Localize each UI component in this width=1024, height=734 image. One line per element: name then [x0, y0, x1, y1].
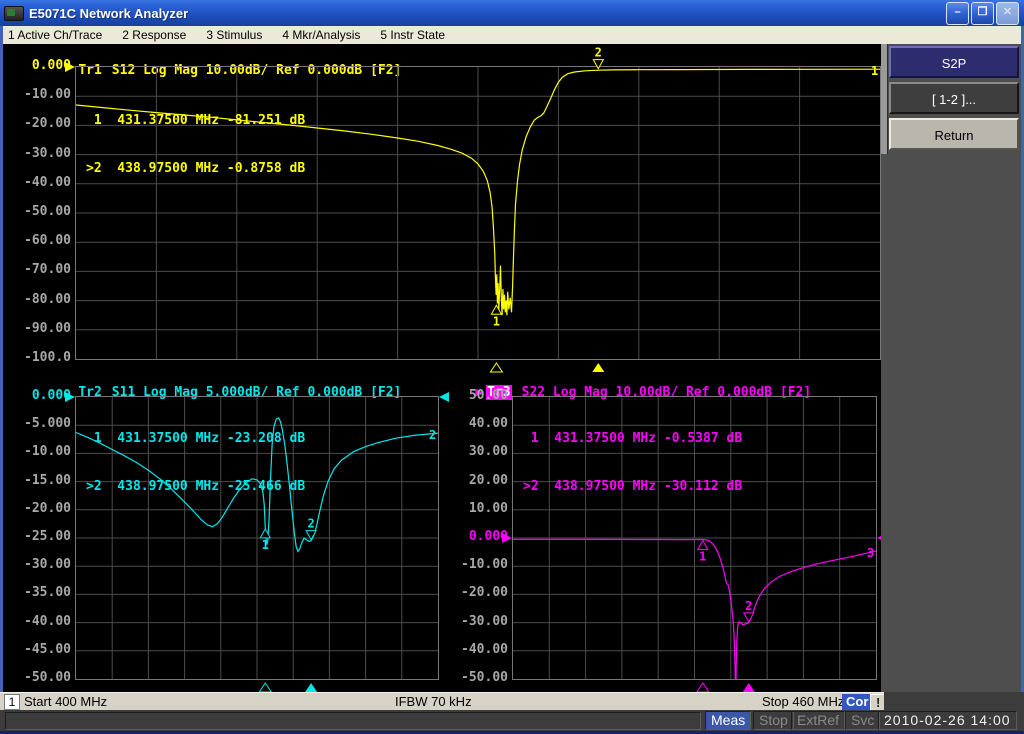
y-tick-label: -100.0 [24, 350, 71, 365]
marker-readout-row: >2 438.97500 MHz -30.112 dB [523, 479, 742, 495]
svg-text:1: 1 [699, 550, 706, 564]
y-tick-label: -10.00 [24, 444, 71, 459]
menu-response[interactable]: 2 Response [122, 28, 186, 42]
y-tick-label: -40.00 [461, 642, 508, 657]
y-tick-label: -45.00 [24, 642, 71, 657]
y-tick-label: -20.00 [461, 585, 508, 600]
active-trace-arrow-icon: ▶ [475, 385, 483, 400]
svg-text:1: 1 [871, 64, 878, 78]
y-tick-label: -10.00 [461, 557, 508, 572]
status-bar-filler [884, 692, 1024, 710]
y-tick-label: -20.00 [24, 116, 71, 131]
trace1-y-axis: 0.000-10.00-20.00-30.00-40.00-50.00-60.0… [7, 66, 71, 366]
menu-instr-state[interactable]: 5 Instr State [380, 28, 445, 42]
marker-readout-row: >2 438.97500 MHz -25.466 dB [86, 479, 305, 495]
svg-text:3: 3 [867, 546, 874, 560]
trace2-y-axis: 0.000-5.000-10.00-15.00-20.00-25.00-30.0… [7, 396, 71, 686]
trace1-marker-readout: 1 431.37500 MHz -81.251 dB >2 438.97500 … [86, 81, 305, 209]
y-tick-label: -30.00 [24, 146, 71, 161]
y-tick-label: -30.00 [461, 614, 508, 629]
stop-indicator: Stop [753, 711, 794, 730]
svc-indicator: Svc [845, 711, 880, 730]
app-icon [4, 6, 24, 21]
y-tick-label: -50.00 [24, 670, 71, 685]
svg-text:1: 1 [262, 538, 269, 552]
y-tick-label: -50.00 [24, 204, 71, 219]
softkey-ports-button[interactable]: [ 1-2 ]... [889, 82, 1019, 114]
correction-badge: Cor [842, 694, 872, 710]
menu-bar: 1 Active Ch/Trace 2 Response 3 Stimulus … [3, 26, 1021, 44]
trace3-marker-readout: 1 431.37500 MHz -0.5387 dB >2 438.97500 … [523, 399, 742, 527]
ifbw-label: IFBW 70 kHz [395, 694, 472, 710]
channel-number-badge: 1 [4, 694, 20, 710]
softkey-panel: S2P [ 1-2 ]... Return [881, 44, 1021, 692]
svg-text:2: 2 [745, 599, 752, 613]
softkey-s2p-button[interactable]: S2P [889, 46, 1019, 78]
menu-active-ch-trace[interactable]: 1 Active Ch/Trace [8, 28, 102, 42]
message-area [5, 712, 701, 730]
y-tick-label: -40.00 [24, 175, 71, 190]
svg-text:2: 2 [307, 517, 314, 531]
softkey-return-button[interactable]: Return [889, 118, 1019, 150]
y-tick-label: -20.00 [24, 501, 71, 516]
trace3-plot-area[interactable]: 1 2 3 1 431.37500 MHz -0.5387 dB >2 438.97… [512, 396, 877, 680]
marker-readout-row: >2 438.97500 MHz -0.8758 dB [86, 161, 305, 177]
instrument-screen: Tr1S12 Log Mag 10.00dB/ Ref 0.000dB [F2]… [3, 44, 881, 692]
y-tick-label: -50.00 [461, 670, 508, 685]
y-tick-label: -25.00 [24, 529, 71, 544]
marker-readout-row: 1 431.37500 MHz -23.208 dB [86, 431, 305, 447]
y-tick-label: -15.00 [24, 473, 71, 488]
channel-status-bar: 1 Start 400 MHz IFBW 70 kHz Stop 460 MHz… [0, 692, 884, 710]
svg-text:2: 2 [595, 46, 602, 60]
y-tick-label: -60.00 [24, 233, 71, 248]
y-tick-label: -90.00 [24, 321, 71, 336]
window-title: E5071C Network Analyzer [29, 6, 188, 21]
y-tick-label: 30.00 [469, 444, 508, 459]
y-tick-label: -35.00 [24, 585, 71, 600]
window-controls: – ❐ ✕ [946, 2, 1024, 25]
title-bar[interactable]: E5071C Network Analyzer – ❐ ✕ [0, 0, 1024, 26]
y-tick-label: -5.000 [24, 416, 71, 431]
minimize-button[interactable]: – [946, 2, 969, 25]
trace3-name: Tr3 [486, 385, 511, 400]
trace1-plot-area[interactable]: 121 1 431.37500 MHz -81.251 dB >2 438.97… [75, 66, 881, 360]
y-tick-label: 40.00 [469, 416, 508, 431]
stop-frequency-label: Stop 460 MHz [762, 694, 844, 710]
y-tick-label: -80.00 [24, 292, 71, 307]
marker-readout-row: 1 431.37500 MHz -0.5387 dB [523, 431, 742, 447]
svg-text:1: 1 [493, 314, 500, 328]
menu-stimulus[interactable]: 3 Stimulus [206, 28, 262, 42]
trace2-plot-area[interactable]: 1 2 2 1 431.37500 MHz -23.208 dB >2 438.97… [75, 396, 439, 680]
trace2-marker-readout: 1 431.37500 MHz -23.208 dB >2 438.97500 … [86, 399, 305, 527]
extref-indicator: ExtRef [791, 711, 845, 730]
y-tick-label: -30.00 [24, 557, 71, 572]
trace3-y-axis: 50.0040.0030.0020.0010.000.000-10.00-20.… [444, 396, 508, 686]
restore-button[interactable]: ❐ [971, 2, 994, 25]
softkey-scrollbar[interactable] [881, 44, 888, 154]
menu-mkr-analysis[interactable]: 4 Mkr/Analysis [282, 28, 360, 42]
y-tick-label: 20.00 [469, 473, 508, 488]
datetime-display: 2010-02-26 14:00 [878, 711, 1017, 730]
start-frequency-label: Start 400 MHz [24, 694, 107, 710]
svg-text:2: 2 [429, 428, 436, 442]
y-tick-label: -40.00 [24, 614, 71, 629]
close-button[interactable]: ✕ [996, 2, 1019, 25]
marker-readout-row: 1 431.37500 MHz -81.251 dB [86, 113, 305, 129]
y-tick-label: 10.00 [469, 501, 508, 516]
y-tick-label: -70.00 [24, 262, 71, 277]
meas-indicator: Meas [705, 711, 751, 730]
system-status-bar: Meas Stop ExtRef Svc 2010-02-26 14:00 [0, 710, 1024, 731]
